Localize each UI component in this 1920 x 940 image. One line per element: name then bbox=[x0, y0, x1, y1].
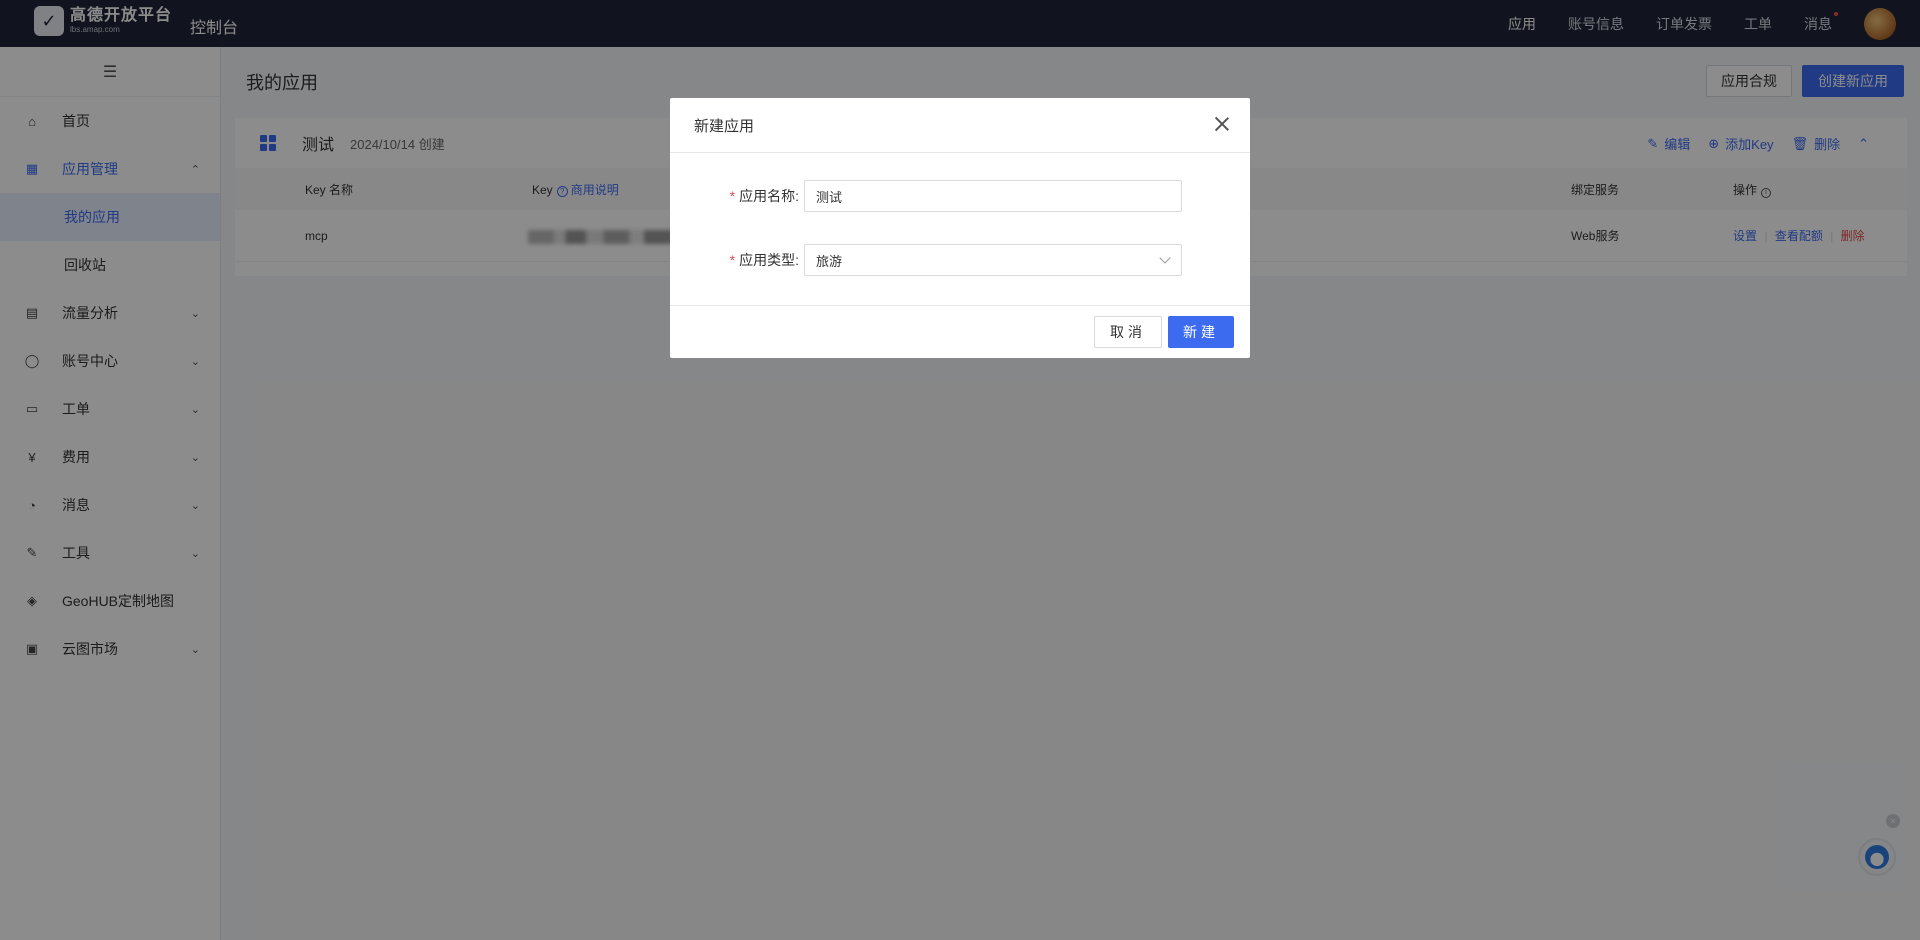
app-type-label: * 应用类型: bbox=[730, 250, 799, 270]
app-type-select[interactable]: 旅游 bbox=[804, 244, 1182, 276]
cancel-button[interactable]: 取消 bbox=[1094, 316, 1162, 348]
required-mark: * bbox=[729, 252, 736, 268]
app-name-label-text: 应用名称: bbox=[739, 188, 799, 204]
close-icon[interactable] bbox=[1214, 116, 1230, 132]
app-name-input[interactable]: 测试 bbox=[804, 180, 1182, 212]
app-type-row: * 应用类型: 旅游 bbox=[670, 244, 1250, 276]
app-type-value: 旅游 bbox=[816, 253, 843, 269]
dialog-header: 新建应用 bbox=[670, 98, 1250, 153]
dialog-footer: 取消 新建 bbox=[670, 305, 1250, 358]
chevron-down-icon bbox=[1159, 252, 1171, 264]
confirm-create-button[interactable]: 新建 bbox=[1168, 316, 1234, 348]
app-name-row: * 应用名称: 测试 bbox=[670, 180, 1250, 212]
dialog-title: 新建应用 bbox=[694, 117, 755, 135]
app-name-label: * 应用名称: bbox=[730, 186, 799, 206]
required-mark: * bbox=[729, 188, 736, 204]
app-type-label-text: 应用类型: bbox=[739, 252, 799, 268]
new-app-dialog: 新建应用 * 应用名称: 测试 * 应用类型: 旅游 取消 新建 bbox=[670, 98, 1250, 358]
